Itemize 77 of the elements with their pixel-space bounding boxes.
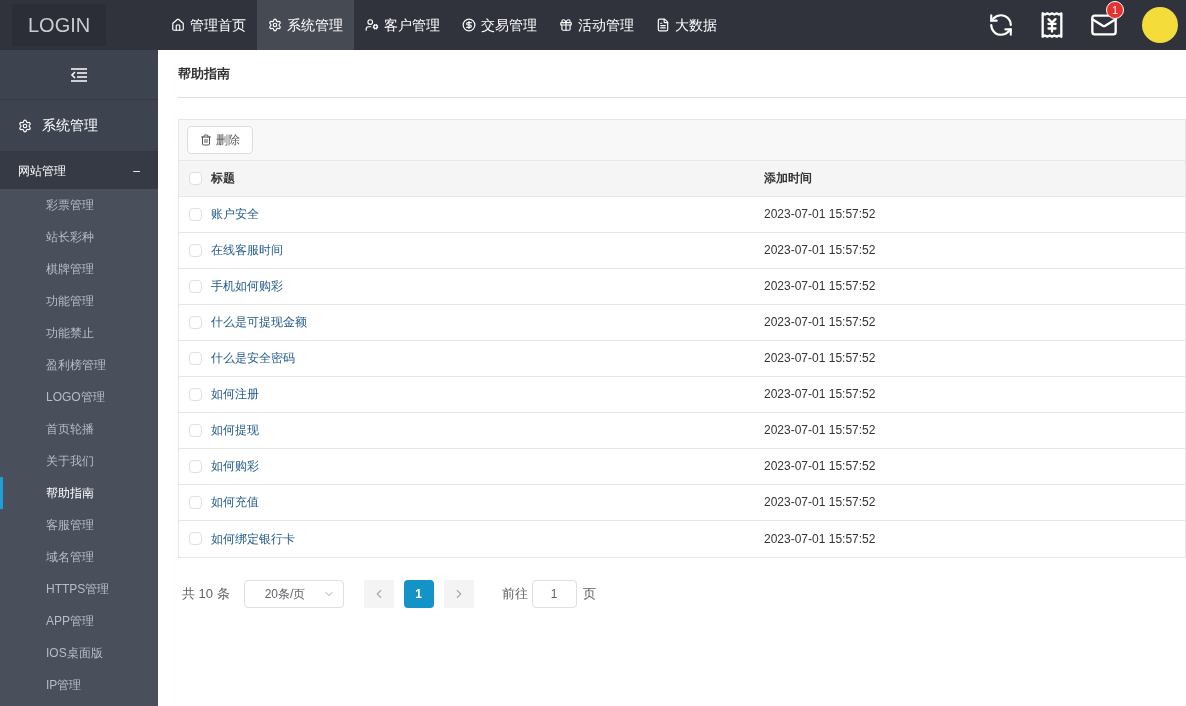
row-checkbox[interactable] [189, 171, 202, 185]
next-page-button[interactable] [443, 579, 474, 608]
table-cell-text: 2023-07-01 15:57:52 [764, 422, 876, 439]
sidebar-item[interactable]: IP管理 [0, 669, 158, 701]
prev-page-button[interactable] [363, 579, 394, 608]
sidebar-item[interactable]: 彩票管理 [0, 189, 158, 221]
page-title: 帮助指南 [178, 65, 230, 83]
sidebar-item[interactable]: 功能禁止 [0, 317, 158, 349]
sidebar-section-title: 系统管理 [42, 116, 98, 135]
sidebar-item[interactable]: 棋牌管理 [0, 253, 158, 285]
nav-tab[interactable]: 交易管理 [451, 0, 548, 50]
sidebar-item[interactable]: 客服管理 [0, 509, 158, 541]
sidebar-group[interactable]: 网站管理 – [0, 152, 158, 189]
column-header: 标题 [211, 170, 235, 187]
table-cell-text: 2023-07-01 15:57:52 [764, 350, 876, 367]
title-link[interactable]: 什么是安全密码 [211, 349, 295, 367]
nav-tab[interactable]: 大数据 [645, 0, 728, 50]
sidebar-item[interactable]: 功能管理 [0, 285, 158, 317]
sidebar-item[interactable]: APP管理 [0, 605, 158, 637]
goto-page-field[interactable]: 1 [531, 579, 577, 608]
title-link[interactable]: 如何绑定银行卡 [211, 529, 295, 548]
gift-icon [559, 18, 573, 32]
title-link[interactable]: 如何充值 [211, 493, 259, 511]
row-checkbox[interactable] [189, 495, 202, 509]
sidebar-item[interactable]: LOGO管理 [0, 381, 158, 413]
document-icon [656, 18, 670, 32]
sidebar-item[interactable]: 帮助指南 [0, 477, 158, 509]
row-checkbox[interactable] [189, 279, 202, 293]
sidebar-item[interactable]: 站长彩种 [0, 221, 158, 253]
table-cell-text: 2023-07-01 15:57:52 [764, 494, 876, 511]
nav-tab[interactable]: 活动管理 [548, 0, 645, 50]
title-link[interactable]: 如何提现 [211, 421, 259, 439]
table-cell-text: 2023-07-01 15:57:52 [764, 386, 876, 403]
nav-tab[interactable]: 管理首页 [160, 0, 257, 50]
menu-collapse-icon[interactable] [70, 67, 88, 82]
page-size-select[interactable]: 20条/页 [243, 579, 344, 608]
table-cell-text: 2023-07-01 15:57:52 [764, 278, 876, 295]
title-link[interactable]: 账户安全 [211, 205, 259, 223]
row-checkbox[interactable] [189, 243, 202, 257]
sidebar-item[interactable]: 关于我们 [0, 445, 158, 477]
user-icon [365, 18, 379, 32]
row-checkbox[interactable] [189, 351, 202, 365]
sidebar-item[interactable]: HTTPS管理 [0, 573, 158, 605]
table-cell-text: 2023-07-01 15:57:52 [764, 206, 876, 223]
title-link[interactable]: 什么是可提现金额 [211, 313, 307, 331]
notification-badge: 1 [1106, 1, 1124, 19]
title-link[interactable]: 如何购彩 [211, 457, 259, 475]
settings-icon [18, 118, 32, 133]
row-checkbox[interactable] [189, 423, 202, 437]
row-checkbox[interactable] [189, 315, 202, 329]
logo: LOGIN [12, 4, 107, 46]
table-cell-text: 2023-07-01 15:57:52 [764, 530, 876, 548]
sidebar-item[interactable]: 首页轮播 [0, 413, 158, 445]
sidebar-item[interactable]: 域名管理 [0, 541, 158, 573]
table-cell-text: 2023-07-01 15:57:52 [764, 314, 876, 331]
row-checkbox[interactable] [189, 459, 202, 473]
row-checkbox[interactable] [189, 532, 202, 545]
row-checkbox[interactable] [189, 387, 202, 401]
delete-button[interactable]: 删除 [187, 125, 253, 154]
avatar[interactable] [1142, 7, 1178, 43]
nav-tab[interactable]: 客户管理 [354, 0, 451, 50]
column-header: 添加时间 [764, 170, 812, 187]
sidebar-item[interactable]: IOS桌面版 [0, 637, 158, 669]
nav-tab[interactable]: 系统管理 [257, 0, 354, 50]
settings-icon [268, 18, 282, 32]
row-checkbox[interactable] [189, 207, 202, 221]
title-link[interactable]: 如何注册 [211, 385, 259, 403]
title-link[interactable]: 在线客服时间 [211, 241, 283, 259]
goto-suffix: 页 [582, 584, 596, 603]
title-link[interactable]: 手机如何购彩 [211, 277, 283, 295]
table-cell-text: 2023-07-01 15:57:52 [764, 242, 876, 259]
trash-icon [200, 133, 212, 146]
home-icon [171, 18, 185, 32]
total-count: 共 10 条 [182, 584, 230, 603]
table-cell-text: 2023-07-01 15:57:52 [764, 458, 876, 475]
goto-label: 前往 [501, 584, 528, 603]
sidebar-item[interactable]: 盈利榜管理 [0, 349, 158, 381]
